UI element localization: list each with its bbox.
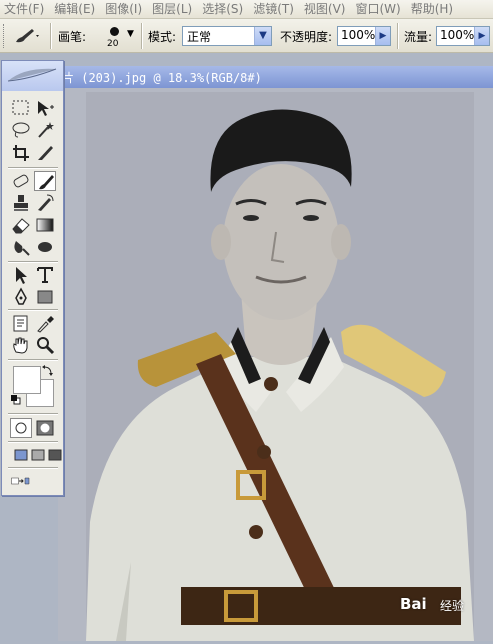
opacity-label: 不透明度: xyxy=(280,30,333,44)
menu-image[interactable]: 图像(I) xyxy=(101,0,148,18)
jump-to-imageready-icon[interactable] xyxy=(10,471,54,491)
brush-size: 20 xyxy=(107,39,119,49)
options-bar: 画笔: 20 ▼ 模式: 正常 ▼ 不透明度: 100% ▶ 流量: 100% … xyxy=(0,19,493,53)
menu-edit[interactable]: 编辑(E) xyxy=(50,0,101,18)
slice-tool-icon[interactable] xyxy=(34,143,56,163)
path-selection-tool-icon[interactable] xyxy=(10,265,32,285)
toolbox-separator xyxy=(8,309,58,311)
toolbox-header[interactable] xyxy=(2,61,63,91)
flow-input[interactable]: 100% ▶ xyxy=(436,26,490,46)
hand-tool-icon[interactable] xyxy=(10,335,32,355)
mode-label: 模式: xyxy=(148,30,177,44)
toolbox-separator xyxy=(8,413,58,415)
pen-tool-icon[interactable] xyxy=(10,287,32,307)
burn-tool-icon[interactable] xyxy=(34,237,56,257)
baidu-watermark: Bai 经验 xyxy=(380,588,490,628)
history-brush-tool-icon[interactable] xyxy=(34,193,56,213)
menu-bar: 文件(F) 编辑(E) 图像(I) 图层(L) 选择(S) 滤镜(T) 视图(V… xyxy=(0,0,493,19)
menu-view[interactable]: 视图(V) xyxy=(300,0,352,18)
standard-screen-mode-icon[interactable] xyxy=(10,445,28,465)
brush-tool-icon[interactable] xyxy=(34,171,56,191)
toolbox-separator xyxy=(8,359,58,361)
menu-filter[interactable]: 滤镜(T) xyxy=(249,0,300,18)
opacity-value: 100% xyxy=(341,28,376,42)
eyedropper-tool-icon[interactable] xyxy=(34,313,56,333)
quick-mask-mode-icon[interactable] xyxy=(34,418,56,438)
rectangular-marquee-tool-icon[interactable] xyxy=(10,98,32,118)
brush-tip-icon xyxy=(110,27,119,36)
foreground-color-swatch[interactable] xyxy=(13,366,41,394)
move-tool-icon[interactable] xyxy=(34,98,56,118)
portrait-photo xyxy=(86,92,474,641)
watermark-logo-text: Bai xyxy=(400,595,427,613)
separator xyxy=(141,23,143,49)
tool-preset-picker[interactable] xyxy=(12,27,42,45)
crop-tool-icon[interactable] xyxy=(10,143,32,163)
photo-image xyxy=(86,92,474,641)
brush-label: 画笔: xyxy=(58,30,87,44)
menu-help[interactable]: 帮助(H) xyxy=(407,0,459,18)
opacity-input[interactable]: 100% ▶ xyxy=(337,26,391,46)
brush-picker-arrow-icon[interactable]: ▼ xyxy=(127,29,134,39)
watermark-sub-text: 经验 xyxy=(440,599,465,613)
magic-wand-tool-icon[interactable] xyxy=(34,120,56,140)
toolbox-separator xyxy=(8,467,58,469)
clone-stamp-tool-icon[interactable] xyxy=(10,193,32,213)
full-screen-mode-icon[interactable] xyxy=(44,445,62,465)
healing-brush-tool-icon[interactable] xyxy=(10,171,32,191)
toolbox-separator xyxy=(8,261,58,263)
menu-file[interactable]: 文件(F) xyxy=(0,0,50,18)
flow-label: 流量: xyxy=(404,30,433,44)
lasso-tool-icon[interactable] xyxy=(10,120,32,140)
brush-picker[interactable]: 20 xyxy=(104,25,126,49)
default-colors-icon[interactable] xyxy=(11,394,21,405)
notes-tool-icon[interactable] xyxy=(10,313,32,333)
gradient-tool-icon[interactable] xyxy=(34,215,56,235)
menu-window[interactable]: 窗口(W) xyxy=(351,0,406,18)
standard-mode-icon[interactable] xyxy=(10,418,32,438)
separator xyxy=(50,23,52,49)
eraser-tool-icon[interactable] xyxy=(10,215,32,235)
toolbox-separator xyxy=(8,441,58,443)
swap-colors-icon[interactable] xyxy=(42,364,54,376)
menu-layer[interactable]: 图层(L) xyxy=(148,0,198,18)
mode-value: 正常 xyxy=(187,30,212,44)
menu-select[interactable]: 选择(S) xyxy=(198,0,249,18)
blur-tool-icon[interactable] xyxy=(10,237,32,257)
rectangle-tool-icon[interactable] xyxy=(34,287,56,307)
opacity-slider-arrow-icon[interactable]: ▶ xyxy=(375,27,390,45)
document-title-bar[interactable]: 片 (203).jpg @ 18.3%(RGB/8#) xyxy=(58,66,493,88)
flow-slider-arrow-icon[interactable]: ▶ xyxy=(474,27,489,45)
toolbox-panel xyxy=(1,60,64,496)
toolbox-separator xyxy=(8,167,58,169)
brush-preset-icon xyxy=(16,29,39,43)
zoom-tool-icon[interactable] xyxy=(34,335,56,355)
feather-logo-icon xyxy=(7,68,57,82)
flow-value: 100% xyxy=(440,28,475,42)
chevron-down-icon[interactable]: ▼ xyxy=(254,27,271,45)
type-tool-icon[interactable] xyxy=(34,265,56,285)
full-screen-menu-mode-icon[interactable] xyxy=(27,445,45,465)
document-title: 片 (203).jpg @ 18.3%(RGB/8#) xyxy=(62,71,262,85)
options-bar-grip[interactable] xyxy=(3,24,7,48)
separator xyxy=(397,23,399,49)
mode-select[interactable]: 正常 ▼ xyxy=(182,26,272,46)
